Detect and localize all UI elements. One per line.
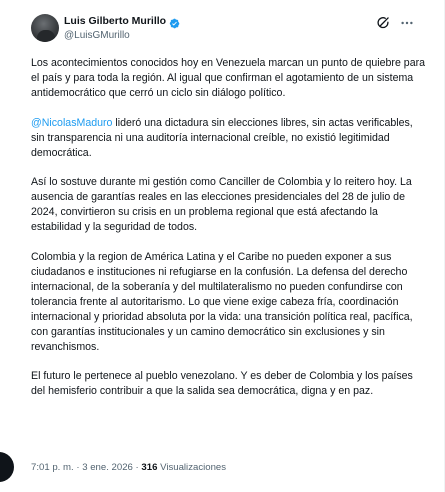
tweet-time[interactable]: 7:01 p. m. [31,462,74,473]
views-label: Visualizaciones [157,462,227,473]
author-name[interactable]: Luis Gilberto Murillo [64,15,166,27]
avatar[interactable] [31,14,59,42]
views-count: 316 [141,462,158,473]
tweet-header: Luis Gilberto Murillo @LuisGMurillo [0,0,445,52]
tweet-date[interactable]: 3 ene. 2026 [82,462,133,473]
grok-icon[interactable] [376,16,390,30]
tweet-paragraph-3: Así lo sostuve durante mi gestión como C… [31,176,412,234]
mention-link[interactable]: @NicolasMaduro [31,117,112,129]
tweet-paragraph-4: Colombia y la region de América Latina y… [31,251,413,353]
tweet-paragraph-5: El futuro le pertenece al pueblo venezol… [31,370,413,398]
side-action-button[interactable] [0,452,14,482]
author-name-row: Luis Gilberto Murillo [64,14,180,28]
more-icon[interactable] [400,16,414,30]
author-block: Luis Gilberto Murillo @LuisGMurillo [64,14,180,41]
tweet-card: Luis Gilberto Murillo @LuisGMurillo Los … [0,0,445,492]
author-handle[interactable]: @LuisGMurillo [64,30,180,41]
verified-badge-icon[interactable] [169,16,180,28]
tweet-paragraph-2: @NicolasMaduro lideró una dictadura sin … [31,116,426,161]
tweet-text: Los acontecimientos conocidos hoy en Ven… [31,56,426,414]
tweet-paragraph-1: Los acontecimientos conocidos hoy en Ven… [31,57,426,99]
meta-separator-1: · [73,462,83,473]
tweet-meta: 7:01 p. m. · 3 ene. 2026 · 316 Visualiza… [31,462,226,473]
